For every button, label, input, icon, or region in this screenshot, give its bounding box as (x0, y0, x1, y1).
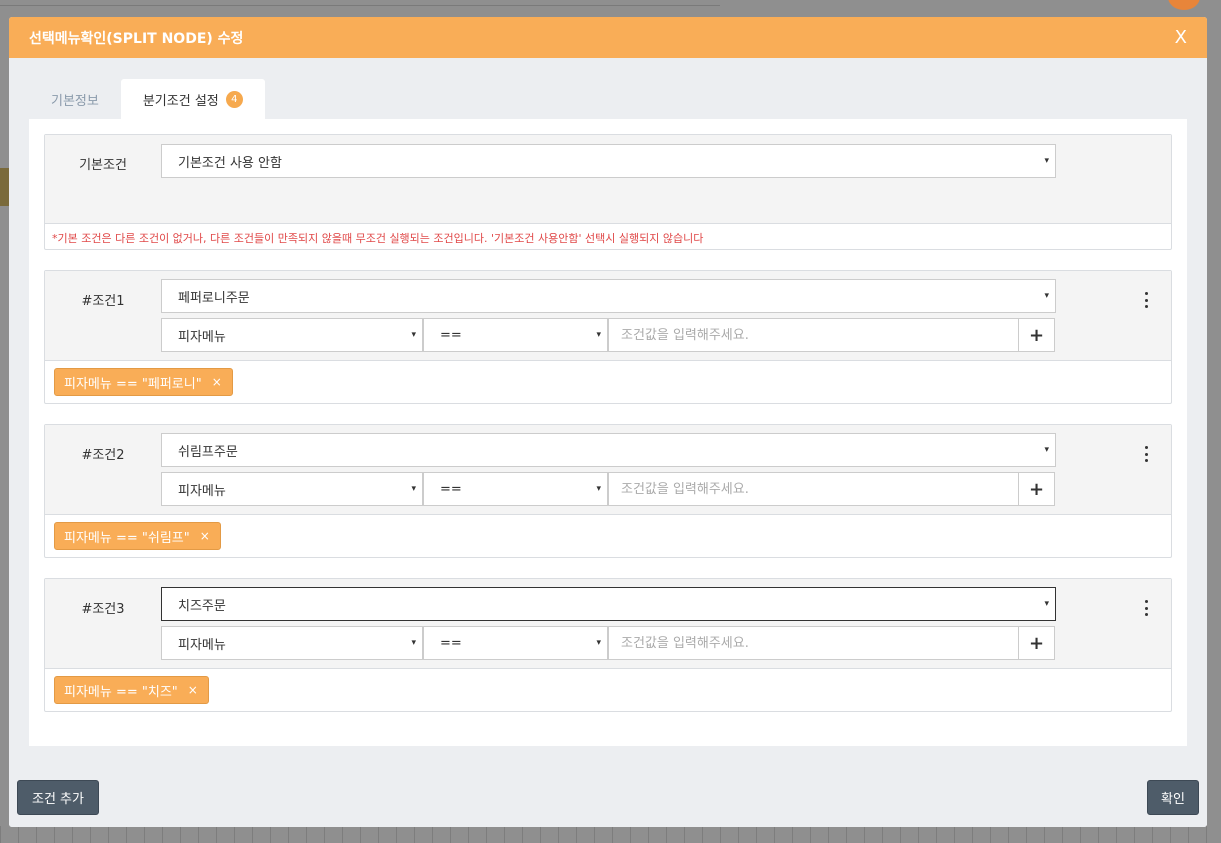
tab-label: 기본정보 (51, 93, 99, 109)
add-condition-button[interactable]: 조건 추가 (17, 780, 99, 815)
caret-down-icon: ▾ (411, 638, 416, 648)
caret-down-icon: ▾ (596, 484, 601, 494)
select-value: == (440, 635, 462, 651)
condition-box: #조건2 쉬림프주문 ▾ 피자메뉴 ▾ == ▾ + (44, 424, 1172, 558)
condition-operator-select[interactable]: == ▾ (423, 318, 608, 352)
default-condition-select[interactable]: 기본조건 사용 안함 ▾ (161, 144, 1056, 178)
caret-down-icon: ▾ (596, 638, 601, 648)
caret-down-icon: ▾ (1044, 291, 1049, 301)
select-value: 기본조건 사용 안함 (178, 155, 282, 171)
background-divider (0, 5, 720, 6)
caret-down-icon: ▾ (411, 330, 416, 340)
select-value: 페퍼로니주문 (178, 290, 250, 306)
tag-label: 피자메뉴 == "쉬림프" (64, 530, 190, 546)
condition-value-input[interactable] (608, 318, 1019, 352)
tab-label: 분기조건 설정 (142, 93, 219, 109)
condition-row: #조건1 페퍼로니주문 ▾ 피자메뉴 ▾ == ▾ + (45, 271, 1171, 361)
condition-field-select[interactable]: 피자메뉴 ▾ (161, 318, 423, 352)
plus-icon: + (1028, 632, 1045, 654)
select-value: 치즈주문 (178, 598, 226, 614)
condition-label: #조건2 (81, 448, 125, 463)
condition-operator-select[interactable]: == ▾ (423, 626, 608, 660)
plus-icon: + (1028, 324, 1045, 346)
condition-row: #조건3 치즈주문 ▾ 피자메뉴 ▾ == ▾ + (45, 579, 1171, 669)
count-badge: 4 (225, 90, 243, 108)
tag-label: 피자메뉴 == "페퍼로니" (64, 376, 202, 392)
confirm-button[interactable]: 확인 (1147, 780, 1199, 815)
condition-value-input[interactable] (608, 626, 1019, 660)
tab-bar: 기본정보 분기조건 설정 4 (29, 79, 265, 119)
background-sidebar-strip (0, 168, 9, 206)
condition-target-select[interactable]: 치즈주문 ▾ (161, 587, 1056, 621)
tab-branch-conditions[interactable]: 분기조건 설정 4 (120, 79, 265, 119)
condition-tag: 피자메뉴 == "치즈" × (54, 676, 209, 704)
caret-down-icon: ▾ (1044, 156, 1049, 166)
tag-label: 피자메뉴 == "치즈" (64, 684, 178, 700)
conditions-panel: 기본조건 기본조건 사용 안함 ▾ *기본 조건은 다른 조건이 없거나, 다른… (29, 119, 1187, 746)
condition-label: #조건1 (81, 294, 125, 309)
modal-footer: 조건 추가 확인 (9, 768, 1207, 827)
select-value: 피자메뉴 (178, 483, 226, 499)
modal-title: 선택메뉴확인(SPLIT NODE) 수정 (29, 30, 244, 47)
background-grid (0, 826, 1221, 843)
add-value-button[interactable]: + (1019, 472, 1055, 506)
more-vertical-icon[interactable] (1141, 292, 1151, 308)
default-condition-note: *기본 조건은 다른 조건이 없거나, 다른 조건들이 만족되지 않을때 무조건… (52, 232, 704, 245)
condition-tag: 피자메뉴 == "쉬림프" × (54, 522, 221, 550)
caret-down-icon: ▾ (411, 484, 416, 494)
tab-basic-info[interactable]: 기본정보 (29, 79, 121, 119)
condition-target-select[interactable]: 페퍼로니주문 ▾ (161, 279, 1056, 313)
select-value: 쉬림프주문 (178, 444, 238, 460)
select-value: 피자메뉴 (178, 637, 226, 653)
caret-down-icon: ▾ (596, 330, 601, 340)
condition-box: #조건1 페퍼로니주문 ▾ 피자메뉴 ▾ == ▾ + (44, 270, 1172, 404)
condition-label: #조건3 (81, 602, 125, 617)
remove-tag-icon[interactable]: × (200, 529, 210, 543)
select-value: == (440, 327, 462, 343)
more-vertical-icon[interactable] (1141, 446, 1151, 462)
select-value: 피자메뉴 (178, 329, 226, 345)
default-condition-row: 기본조건 기본조건 사용 안함 ▾ (45, 135, 1171, 224)
default-condition-label: 기본조건 (79, 158, 127, 173)
modal-header: 선택메뉴확인(SPLIT NODE) 수정 X (9, 17, 1207, 58)
remove-tag-icon[interactable]: × (188, 683, 198, 697)
condition-field-select[interactable]: 피자메뉴 ▾ (161, 626, 423, 660)
edit-split-node-modal: 선택메뉴확인(SPLIT NODE) 수정 X 기본정보 분기조건 설정 4 기… (9, 17, 1207, 827)
condition-tag: 피자메뉴 == "페퍼로니" × (54, 368, 233, 396)
caret-down-icon: ▾ (1044, 599, 1049, 609)
remove-tag-icon[interactable]: × (212, 375, 222, 389)
condition-box: #조건3 치즈주문 ▾ 피자메뉴 ▾ == ▾ + (44, 578, 1172, 712)
condition-field-select[interactable]: 피자메뉴 ▾ (161, 472, 423, 506)
add-value-button[interactable]: + (1019, 318, 1055, 352)
caret-down-icon: ▾ (1044, 445, 1049, 455)
add-value-button[interactable]: + (1019, 626, 1055, 660)
default-condition-box: 기본조건 기본조건 사용 안함 ▾ *기본 조건은 다른 조건이 없거나, 다른… (44, 134, 1172, 250)
plus-icon: + (1028, 478, 1045, 500)
condition-value-input[interactable] (608, 472, 1019, 506)
background-orange-badge (1168, 0, 1200, 10)
condition-operator-select[interactable]: == ▾ (423, 472, 608, 506)
select-value: == (440, 481, 462, 497)
more-vertical-icon[interactable] (1141, 600, 1151, 616)
condition-target-select[interactable]: 쉬림프주문 ▾ (161, 433, 1056, 467)
condition-row: #조건2 쉬림프주문 ▾ 피자메뉴 ▾ == ▾ + (45, 425, 1171, 515)
close-icon[interactable]: X (1175, 28, 1187, 47)
